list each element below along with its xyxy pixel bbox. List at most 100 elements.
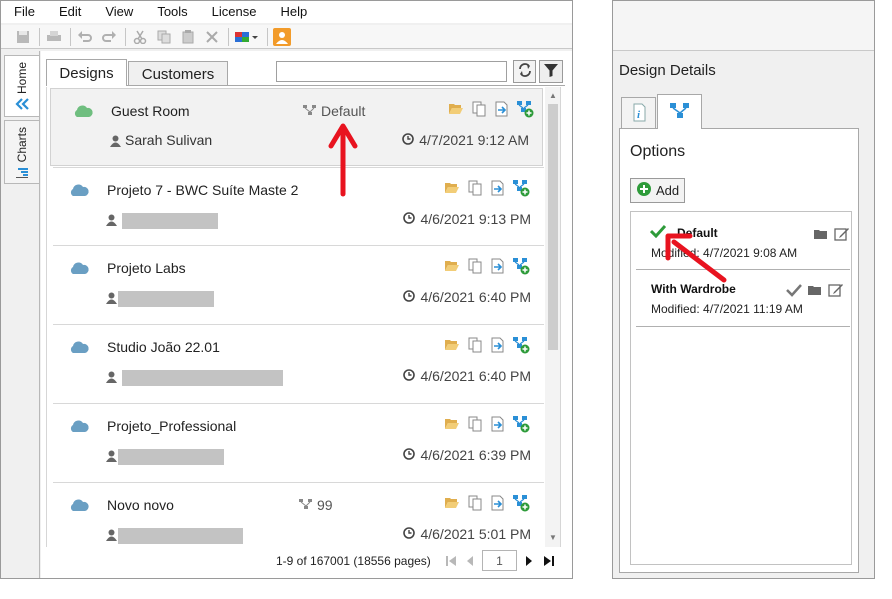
option-item-default[interactable]: Default Modified: 4/7/2021 9:08 AM xyxy=(636,216,850,270)
design-row[interactable]: Projeto 7 - BWC Suíte Maste 2 4/6/2021 9:… xyxy=(47,168,544,246)
folder-open-icon[interactable] xyxy=(807,283,823,300)
paste-icon[interactable] xyxy=(178,27,198,47)
cloud-icon xyxy=(68,498,90,515)
clock-icon xyxy=(403,368,416,384)
modified-date: 4/6/2021 6:40 PM xyxy=(420,368,531,384)
variant-tree-icon xyxy=(299,497,312,513)
design-row[interactable]: Guest Room Default Sarah Sulivan 4/7/2021 9… xyxy=(50,88,543,166)
duplicate-icon[interactable] xyxy=(466,415,484,433)
export-icon[interactable] xyxy=(489,494,507,512)
folder-open-icon[interactable] xyxy=(443,415,461,433)
options-title: Options xyxy=(630,143,686,160)
export-icon[interactable] xyxy=(493,100,511,118)
add-variant-icon[interactable] xyxy=(512,179,530,197)
duplicate-icon[interactable] xyxy=(466,336,484,354)
user-name: Sarah Sulivan xyxy=(125,132,213,148)
checkmark-icon xyxy=(649,224,667,241)
option-divider xyxy=(636,269,850,270)
modified-date: 4/6/2021 9:13 PM xyxy=(420,211,531,227)
cut-icon[interactable] xyxy=(130,27,150,47)
checkmark-icon[interactable] xyxy=(786,283,802,300)
add-variant-icon[interactable] xyxy=(512,415,530,433)
user-account-icon[interactable] xyxy=(272,27,292,47)
side-tab-charts[interactable]: Charts xyxy=(4,120,39,184)
refresh-button[interactable] xyxy=(513,60,536,83)
redo-icon[interactable] xyxy=(99,27,119,47)
vertical-scrollbar[interactable]: ▲ ▼ xyxy=(545,87,560,547)
tab-options[interactable] xyxy=(657,94,702,129)
row-date: 4/6/2021 6:39 PM xyxy=(403,447,531,463)
add-option-button[interactable]: Add xyxy=(630,178,685,203)
add-variant-icon[interactable] xyxy=(512,257,530,275)
row-actions xyxy=(443,257,530,275)
option-item-with-wardrobe[interactable]: With Wardrobe Modified: 4/7/2021 11:19 A… xyxy=(636,272,850,327)
clock-icon xyxy=(402,132,415,148)
cloud-icon xyxy=(68,340,90,357)
add-button-label: Add xyxy=(656,183,680,198)
add-variant-icon[interactable] xyxy=(512,336,530,354)
folder-open-icon[interactable] xyxy=(443,179,461,197)
option-actions xyxy=(786,282,844,301)
tab-customers[interactable]: Customers xyxy=(128,61,228,86)
scroll-up-icon[interactable]: ▲ xyxy=(549,91,557,100)
print-icon[interactable] xyxy=(44,27,64,47)
folder-open-icon[interactable] xyxy=(443,336,461,354)
design-row[interactable]: Novo novo 99 4/6/2021 5:01 PM xyxy=(47,483,544,547)
menu-license[interactable]: License xyxy=(199,1,268,23)
color-scheme-dropdown-icon[interactable] xyxy=(233,27,261,47)
design-row[interactable]: Studio João 22.01 4/6/2021 6:40 PM xyxy=(47,325,544,403)
add-variant-icon[interactable] xyxy=(512,494,530,512)
edit-icon[interactable] xyxy=(834,226,850,245)
toolbar-separator xyxy=(39,27,40,46)
tab-designs[interactable]: Designs xyxy=(46,59,127,86)
folder-open-icon[interactable] xyxy=(447,100,465,118)
design-name: Projeto Labs xyxy=(107,260,186,276)
clock-icon xyxy=(403,211,416,227)
scroll-down-icon[interactable]: ▼ xyxy=(549,533,557,542)
next-page-icon[interactable] xyxy=(522,553,536,569)
export-icon[interactable] xyxy=(489,257,507,275)
first-page-icon[interactable] xyxy=(444,553,458,569)
design-name: Projeto 7 - BWC Suíte Maste 2 xyxy=(107,182,299,198)
export-icon[interactable] xyxy=(489,415,507,433)
toolbar xyxy=(1,25,572,49)
modified-date: 4/7/2021 9:12 AM xyxy=(419,132,529,148)
design-name: Guest Room xyxy=(111,103,190,119)
folder-open-icon[interactable] xyxy=(443,257,461,275)
edit-icon[interactable] xyxy=(828,282,844,301)
options-panel: Options Add Default Modified: 4/7/2021 9… xyxy=(619,128,859,573)
export-icon[interactable] xyxy=(489,336,507,354)
delete-icon[interactable] xyxy=(202,27,222,47)
tab-info[interactable]: i xyxy=(621,97,656,129)
variants-tree-icon xyxy=(669,102,691,123)
clock-icon xyxy=(403,447,416,463)
previous-page-icon[interactable] xyxy=(463,553,477,569)
user-icon xyxy=(106,450,117,465)
add-variant-icon[interactable] xyxy=(516,100,534,118)
undo-icon[interactable] xyxy=(75,27,95,47)
menu-tools[interactable]: Tools xyxy=(144,1,198,23)
filter-button[interactable] xyxy=(539,60,563,83)
side-tab-home[interactable]: Home xyxy=(4,55,39,117)
menu-edit[interactable]: Edit xyxy=(46,1,92,23)
menu-help[interactable]: Help xyxy=(267,1,318,23)
copy-icon[interactable] xyxy=(154,27,174,47)
row-actions xyxy=(443,494,530,512)
design-row[interactable]: Projeto Labs 4/6/2021 6:40 PM xyxy=(47,246,544,324)
design-details-window: Design Details i Options Add Default Mod… xyxy=(612,0,875,579)
design-row[interactable]: Projeto_Professional 4/6/2021 6:39 PM xyxy=(47,404,544,482)
scrollbar-thumb[interactable] xyxy=(548,104,558,350)
folder-open-icon[interactable] xyxy=(443,494,461,512)
search-input[interactable] xyxy=(276,61,507,82)
save-icon[interactable] xyxy=(13,27,33,47)
folder-open-icon[interactable] xyxy=(813,227,829,244)
menu-file[interactable]: File xyxy=(1,1,46,23)
duplicate-icon[interactable] xyxy=(470,100,488,118)
page-number-input[interactable] xyxy=(482,550,517,571)
duplicate-icon[interactable] xyxy=(466,257,484,275)
duplicate-icon[interactable] xyxy=(466,494,484,512)
last-page-icon[interactable] xyxy=(542,553,556,569)
duplicate-icon[interactable] xyxy=(466,179,484,197)
menu-view[interactable]: View xyxy=(92,1,144,23)
export-icon[interactable] xyxy=(489,179,507,197)
